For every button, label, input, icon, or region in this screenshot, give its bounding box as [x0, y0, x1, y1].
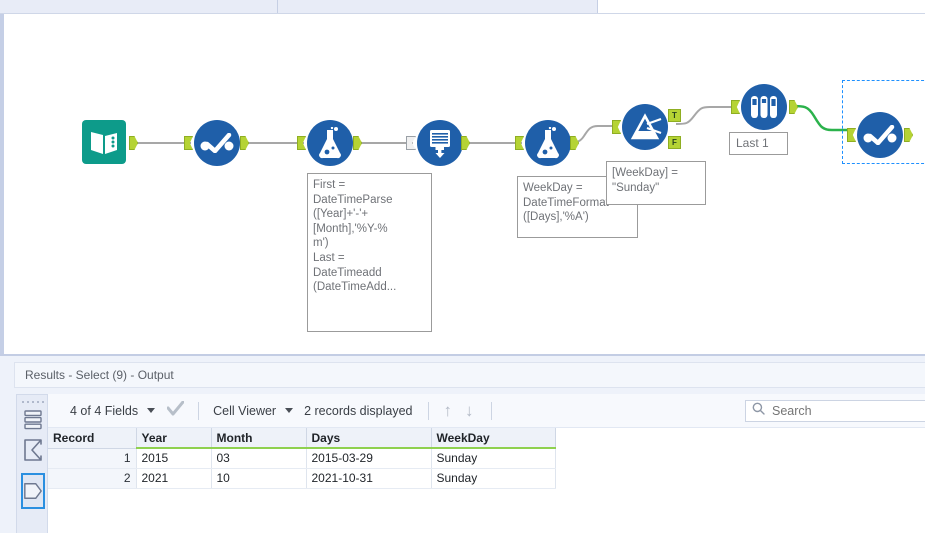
flask-icon — [525, 120, 571, 166]
fields-dropdown-caret-icon[interactable] — [147, 408, 156, 413]
anchor-input-formula-2[interactable] — [515, 136, 524, 150]
annotation-formula-1[interactable]: First = DateTimeParse ([Year]+'-'+ [Mont… — [307, 173, 432, 332]
anchor-input-select-1[interactable] — [184, 136, 193, 150]
toolbar-gap — [598, 0, 925, 13]
top-toolbar-strip — [0, 0, 925, 14]
test-tubes-icon — [741, 84, 787, 130]
records-displayed-label: 2 records displayed — [304, 403, 413, 418]
workflow-canvas[interactable]: T F Last 1 First = DateTimeParse ([Year]… — [0, 14, 925, 354]
scroll-up-button[interactable]: ↑ — [444, 402, 453, 419]
cell-viewer-label[interactable]: Cell Viewer — [213, 404, 276, 418]
tool-text-input[interactable] — [82, 120, 128, 166]
results-table: Record Year Month Days WeekDay 1 2015 03… — [48, 428, 556, 489]
cell-record: 1 — [48, 448, 137, 469]
toolbar-divider-3 — [490, 401, 492, 420]
filter-funnel-icon — [622, 104, 668, 150]
anchor-input-generate-rows[interactable] — [406, 136, 416, 150]
select-check-icon — [857, 112, 903, 158]
table-row[interactable]: 2 2021 10 2021-10-31 Sunday — [48, 468, 556, 489]
tool-select-1[interactable] — [194, 120, 240, 166]
wire-formula1-to-generaterows — [355, 142, 413, 144]
tool-generate-rows[interactable] — [417, 120, 463, 166]
toolbar-group-1[interactable] — [8, 0, 278, 13]
checkmark-icon[interactable] — [166, 400, 185, 421]
table-header-row: Record Year Month Days WeekDay — [48, 428, 556, 449]
anchor-output-generate-rows[interactable] — [461, 136, 470, 150]
anchor-output-select-1[interactable] — [240, 136, 249, 150]
book-icon — [82, 120, 126, 164]
tool-sample-label: Last 1 — [729, 132, 788, 155]
results-title-bar[interactable]: Results - Select (9) - Output — [14, 362, 925, 388]
cell-month: 10 — [211, 468, 307, 489]
metadata-pentagon-icon[interactable] — [21, 473, 45, 509]
results-pane-divider — [0, 354, 925, 356]
records-list-icon[interactable] — [21, 407, 45, 433]
results-pane: Results - Select (9) - Output 4 of 4 Fie… — [0, 354, 925, 533]
wire-select-to-formula1 — [242, 142, 304, 144]
tool-select-2[interactable] — [857, 112, 903, 158]
anchor-input-sample[interactable] — [731, 100, 740, 114]
flask-icon — [307, 120, 353, 166]
cell-viewer-caret-icon[interactable] — [285, 408, 294, 413]
search-input[interactable] — [770, 403, 925, 419]
column-header-days[interactable]: Days — [306, 428, 432, 449]
cell-year: 2015 — [136, 448, 212, 469]
cell-month: 03 — [211, 448, 307, 469]
cell-days: 2021-10-31 — [306, 468, 432, 489]
select-check-icon — [194, 120, 240, 166]
wire-input-to-select — [131, 142, 191, 144]
results-data-grid[interactable]: Record Year Month Days WeekDay 1 2015 03… — [48, 428, 925, 533]
toolbar-divider-1 — [198, 401, 200, 420]
tool-sample[interactable] — [741, 84, 787, 130]
column-header-month[interactable]: Month — [211, 428, 307, 449]
cell-record: 2 — [48, 468, 137, 489]
cell-weekday: Sunday — [431, 468, 556, 489]
generate-rows-icon — [417, 120, 463, 166]
column-header-weekday[interactable]: WeekDay — [431, 428, 556, 449]
scroll-down-button[interactable]: ↓ — [465, 402, 474, 419]
anchor-output-text-input[interactable] — [129, 136, 138, 150]
summary-sigma-icon[interactable] — [21, 437, 45, 463]
fields-count-label[interactable]: 4 of 4 Fields — [70, 404, 138, 418]
tool-formula-1[interactable] — [307, 120, 353, 166]
tool-filter[interactable] — [622, 104, 668, 150]
wire-filter-true-to-sample — [676, 106, 732, 125]
results-search-box[interactable] — [745, 400, 925, 422]
results-title: Results - Select (9) - Output — [25, 368, 174, 382]
anchor-output-filter-true[interactable]: T — [668, 109, 681, 122]
column-header-year[interactable]: Year — [136, 428, 212, 449]
alteryx-designer-window: T F Last 1 First = DateTimeParse ([Year]… — [0, 0, 925, 533]
cell-days: 2015-03-29 — [306, 448, 432, 469]
toolbar-group-2[interactable] — [278, 0, 598, 13]
rail-drag-handle[interactable] — [22, 399, 44, 405]
cell-weekday: Sunday — [431, 448, 556, 469]
search-icon — [752, 402, 765, 420]
column-header-record[interactable]: Record — [48, 428, 137, 449]
annotation-filter[interactable]: [WeekDay] = "Sunday" — [606, 161, 706, 205]
wire-generaterows-to-formula2 — [463, 142, 522, 144]
cell-year: 2021 — [136, 468, 212, 489]
tool-formula-2[interactable] — [525, 120, 571, 166]
toolbar-divider-2 — [427, 401, 429, 420]
table-row[interactable]: 1 2015 03 2015-03-29 Sunday — [48, 448, 556, 469]
anchor-input-formula-1[interactable] — [297, 136, 306, 150]
results-icon-rail — [16, 394, 48, 533]
results-toolbar: 4 of 4 Fields Cell Viewer 2 records disp… — [48, 394, 925, 428]
anchor-output-filter-false[interactable]: F — [668, 136, 681, 149]
anchor-output-formula-1[interactable] — [353, 136, 362, 150]
